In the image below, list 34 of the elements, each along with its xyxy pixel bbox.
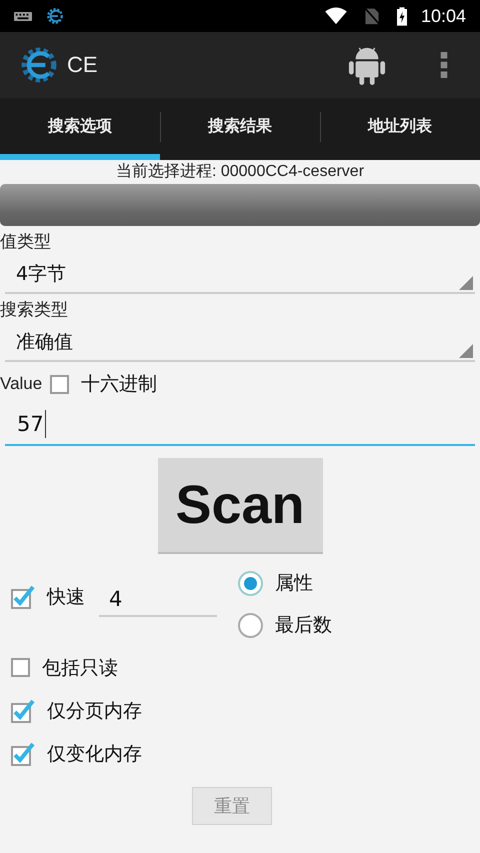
checkbox-label: 仅分页内存	[47, 698, 142, 724]
value-input[interactable]: 57	[5, 404, 475, 446]
radio-label: 最后数	[275, 613, 332, 638]
app-title: CE	[67, 52, 98, 78]
radio-button[interactable]	[238, 570, 263, 596]
checkbox-label: 仅变化内存	[47, 742, 142, 766]
checkbox-label: 快速	[47, 585, 85, 610]
keyboard-icon	[14, 12, 32, 20]
radio-button[interactable]	[238, 612, 263, 638]
checkbox[interactable]	[50, 374, 70, 394]
process-label: 当前选择进程: 00000CC4-ceserver	[114, 162, 366, 182]
field-label: 搜索类型	[0, 299, 69, 322]
tab[interactable]: 地址列表	[320, 98, 480, 160]
clock: 10:04	[420, 6, 466, 26]
scan-type-dropdown[interactable]: 准确值	[5, 324, 475, 362]
value-type-dropdown[interactable]: 4字节	[5, 256, 475, 294]
scan-button[interactable]: Scan	[158, 458, 322, 554]
checkbox-label: 包括只读	[42, 656, 118, 680]
wifi-icon	[324, 7, 347, 25]
value-label: Value	[0, 374, 42, 394]
tab[interactable]: 搜索选项	[0, 98, 160, 160]
checkbox-label: 十六进制	[81, 372, 158, 397]
process-bar[interactable]	[0, 184, 480, 226]
alignment-input[interactable]: 4	[99, 583, 217, 617]
tab[interactable]: 搜索结果	[160, 98, 320, 160]
checkbox[interactable]	[11, 658, 30, 677]
dropdown-corner-icon	[459, 276, 473, 290]
overflow-menu-icon[interactable]	[440, 52, 448, 78]
gear-logo-icon	[46, 7, 64, 25]
dropdown-corner-icon	[459, 344, 473, 358]
radio-label: 属性	[275, 571, 313, 596]
field-label: 值类型	[0, 231, 52, 254]
gear-logo-icon	[20, 46, 58, 84]
battery-charging-icon	[396, 6, 407, 26]
